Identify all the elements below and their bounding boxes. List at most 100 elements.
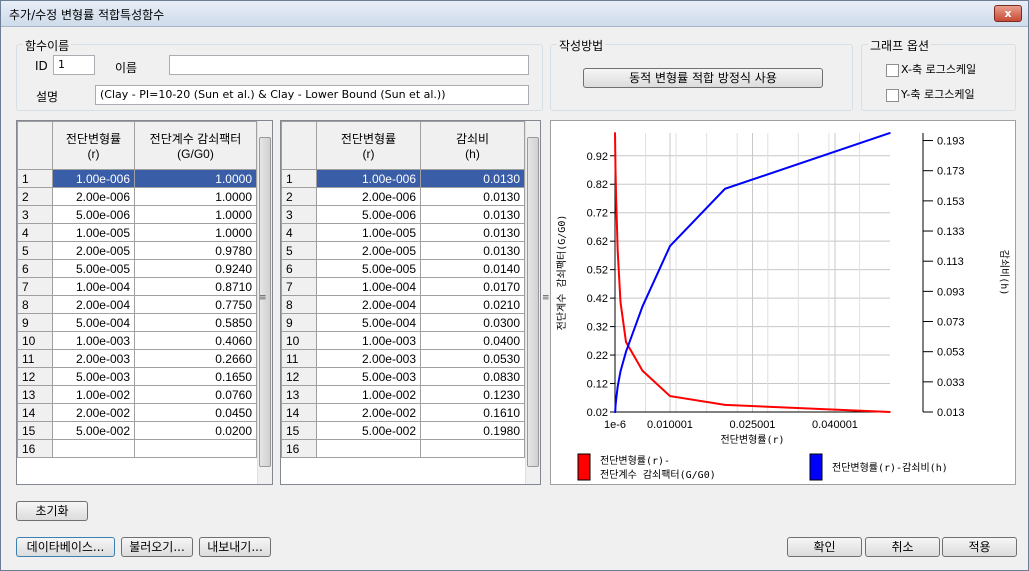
strain-cell[interactable]: 1.00e-004 <box>52 277 135 296</box>
splitter-grip-icon[interactable]: ≡ <box>259 293 267 303</box>
strain-cell[interactable]: 5.00e-004 <box>52 313 135 332</box>
strain-cell[interactable]: 1.00e-003 <box>52 331 135 350</box>
strain-cell[interactable]: 2.00e-002 <box>316 403 421 422</box>
strain-cell[interactable]: 1.00e-006 <box>52 169 135 188</box>
strain-column-header[interactable]: 전단변형률 (r) <box>52 121 135 170</box>
table-row[interactable]: 10 1.00e-003 0.4060 <box>17 331 257 350</box>
damping-cell[interactable]: 0.0530 <box>420 349 525 368</box>
gg0-cell[interactable]: 0.4060 <box>134 331 257 350</box>
damping-cell[interactable]: 0.0130 <box>420 169 525 188</box>
strain-cell[interactable]: 1.00e-005 <box>316 223 421 242</box>
damping-cell[interactable]: 0.0130 <box>420 187 525 206</box>
gg0-column-header[interactable]: 전단계수 감쇠팩터 (G/G0) <box>134 121 257 170</box>
strain-cell[interactable]: 2.00e-006 <box>316 187 421 206</box>
table-row[interactable]: 6 5.00e-005 0.0140 <box>281 259 525 278</box>
gg0-cell[interactable]: 0.0760 <box>134 385 257 404</box>
table-row[interactable]: 8 2.00e-004 0.7750 <box>17 295 257 314</box>
table-row[interactable]: 4 1.00e-005 1.0000 <box>17 223 257 242</box>
strain-cell[interactable]: 2.00e-005 <box>52 241 135 260</box>
strain-cell[interactable]: 2.00e-003 <box>52 349 135 368</box>
table-row[interactable]: 16 <box>281 439 525 458</box>
damping-cell[interactable]: 0.0400 <box>420 331 525 350</box>
strain-cell[interactable]: 5.00e-004 <box>316 313 421 332</box>
gg0-cell[interactable]: 0.2660 <box>134 349 257 368</box>
gg0-cell[interactable]: 0.9240 <box>134 259 257 278</box>
strain-cell[interactable] <box>316 439 421 458</box>
strain-cell[interactable]: 1.00e-002 <box>52 385 135 404</box>
name-field[interactable] <box>169 55 529 75</box>
gg0-table[interactable]: 전단변형률 (r) 전단계수 감쇠팩터 (G/G0) 1 1.00e-006 1.000… <box>16 120 273 485</box>
damping-cell[interactable]: 0.0170 <box>420 277 525 296</box>
table-row[interactable]: 3 5.00e-006 0.0130 <box>281 205 525 224</box>
table-row[interactable]: 6 5.00e-005 0.9240 <box>17 259 257 278</box>
strain-cell[interactable]: 2.00e-004 <box>316 295 421 314</box>
strain-cell[interactable]: 5.00e-006 <box>316 205 421 224</box>
strain-cell[interactable]: 5.00e-002 <box>52 421 135 440</box>
strain-cell[interactable]: 2.00e-006 <box>52 187 135 206</box>
gg0-cell[interactable]: 0.0200 <box>134 421 257 440</box>
table-row[interactable]: 1 1.00e-006 1.0000 <box>17 169 257 188</box>
gg0-cell[interactable]: 1.0000 <box>134 187 257 206</box>
gg0-cell[interactable]: 0.5850 <box>134 313 257 332</box>
damping-cell[interactable]: 0.0830 <box>420 367 525 386</box>
table-row[interactable]: 9 5.00e-004 0.0300 <box>281 313 525 332</box>
table-row[interactable]: 2 2.00e-006 0.0130 <box>281 187 525 206</box>
splitter-grip-icon[interactable]: ≡ <box>542 293 550 303</box>
table-row[interactable]: 16 <box>17 439 257 458</box>
table-row[interactable]: 8 2.00e-004 0.0210 <box>281 295 525 314</box>
strain-cell[interactable]: 1.00e-005 <box>52 223 135 242</box>
apply-button[interactable]: 적용 <box>942 537 1017 557</box>
strain-cell[interactable]: 5.00e-006 <box>52 205 135 224</box>
gg0-cell[interactable]: 1.0000 <box>134 169 257 188</box>
table-row[interactable]: 7 1.00e-004 0.8710 <box>17 277 257 296</box>
damping-cell[interactable]: 0.1980 <box>420 421 525 440</box>
table-row[interactable]: 15 5.00e-002 0.0200 <box>17 421 257 440</box>
damping-cell[interactable]: 0.0130 <box>420 223 525 242</box>
strain-cell[interactable]: 1.00e-002 <box>316 385 421 404</box>
strain-cell[interactable]: 2.00e-004 <box>52 295 135 314</box>
close-button[interactable]: x <box>994 5 1022 22</box>
table-row[interactable]: 12 5.00e-003 0.0830 <box>281 367 525 386</box>
damping-table[interactable]: 전단변형률 (r) 감쇠비 (h) 1 1.00e-006 0.0130 2 2.00e-0… <box>280 120 541 485</box>
gg0-cell[interactable]: 1.0000 <box>134 205 257 224</box>
table-row[interactable]: 15 5.00e-002 0.1980 <box>281 421 525 440</box>
table-row[interactable]: 12 5.00e-003 0.1650 <box>17 367 257 386</box>
table-row[interactable]: 7 1.00e-004 0.0170 <box>281 277 525 296</box>
gg0-cell[interactable]: 0.1650 <box>134 367 257 386</box>
gg0-cell[interactable]: 1.0000 <box>134 223 257 242</box>
scroll-thumb[interactable] <box>527 137 539 467</box>
gg0-cell[interactable]: 0.8710 <box>134 277 257 296</box>
table-row[interactable]: 11 2.00e-003 0.0530 <box>281 349 525 368</box>
export-button[interactable]: 내보내기... <box>199 537 271 557</box>
damping-cell[interactable]: 0.1230 <box>420 385 525 404</box>
table-row[interactable]: 9 5.00e-004 0.5850 <box>17 313 257 332</box>
damping-cell[interactable]: 0.0130 <box>420 241 525 260</box>
strain-cell[interactable]: 5.00e-005 <box>52 259 135 278</box>
strain-cell[interactable]: 2.00e-005 <box>316 241 421 260</box>
table-row[interactable]: 13 1.00e-002 0.0760 <box>17 385 257 404</box>
table-row[interactable]: 5 2.00e-005 0.0130 <box>281 241 525 260</box>
table-row[interactable]: 13 1.00e-002 0.1230 <box>281 385 525 404</box>
dynamic-strain-equation-button[interactable]: 동적 변형률 적합 방정식 사용 <box>583 68 823 88</box>
table-row[interactable]: 3 5.00e-006 1.0000 <box>17 205 257 224</box>
id-field[interactable]: 1 <box>53 55 95 75</box>
x-log-checkbox[interactable]: X-축 로그스케일 <box>886 61 976 77</box>
reset-button[interactable]: 초기화 <box>16 501 88 521</box>
table-row[interactable]: 1 1.00e-006 0.0130 <box>281 169 525 188</box>
strain-cell[interactable]: 5.00e-003 <box>316 367 421 386</box>
strain-cell[interactable]: 5.00e-003 <box>52 367 135 386</box>
gg0-cell[interactable] <box>134 439 257 458</box>
database-button[interactable]: 데이타베이스... <box>16 537 115 557</box>
table-row[interactable]: 2 2.00e-006 1.0000 <box>17 187 257 206</box>
strain-cell[interactable]: 5.00e-005 <box>316 259 421 278</box>
strain-cell[interactable]: 1.00e-003 <box>316 331 421 350</box>
damping-cell[interactable]: 0.0300 <box>420 313 525 332</box>
table-row[interactable]: 10 1.00e-003 0.0400 <box>281 331 525 350</box>
strain-cell[interactable]: 5.00e-002 <box>316 421 421 440</box>
table-row[interactable]: 4 1.00e-005 0.0130 <box>281 223 525 242</box>
cancel-button[interactable]: 취소 <box>865 537 940 557</box>
damping-cell[interactable]: 0.0140 <box>420 259 525 278</box>
strain-cell[interactable]: 1.00e-006 <box>316 169 421 188</box>
damping-table-scrollbar[interactable] <box>525 121 540 484</box>
damping-cell[interactable]: 0.1610 <box>420 403 525 422</box>
